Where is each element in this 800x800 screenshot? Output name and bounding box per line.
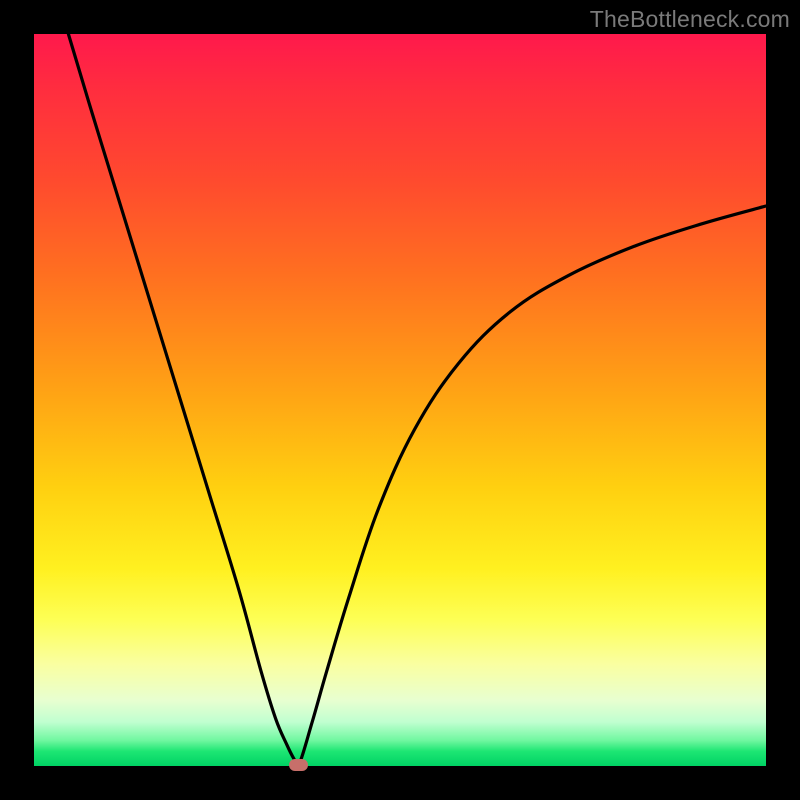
optimum-marker xyxy=(289,759,308,771)
bottleneck-curve xyxy=(34,34,766,766)
watermark-text: TheBottleneck.com xyxy=(590,6,790,33)
chart-frame: TheBottleneck.com xyxy=(0,0,800,800)
plot-area xyxy=(34,34,766,766)
